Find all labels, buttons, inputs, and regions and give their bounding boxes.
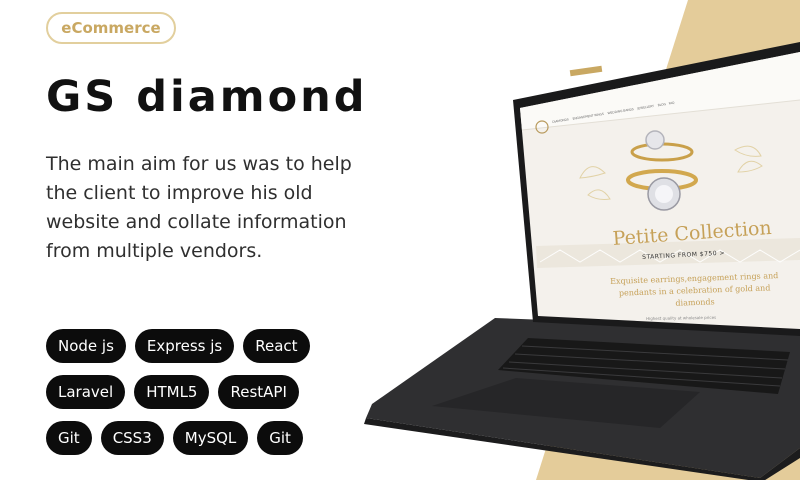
site-nav-item: DIAMONDS: [552, 117, 570, 124]
tech-pill-node-js: Node js: [46, 329, 126, 363]
project-description: The main aim for us was to help the clie…: [46, 153, 352, 262]
hero-tagline: Exquisite earrings,engagement rings and …: [610, 270, 779, 312]
tech-row: Node js Express js React: [46, 329, 310, 363]
site-nav-item: ENGAGEMENT RINGS: [572, 111, 605, 121]
category-badge: eCommerce: [46, 12, 176, 44]
tech-row: Laravel HTML5 RestAPI: [46, 375, 310, 409]
tech-pill-html5: HTML5: [134, 375, 210, 409]
site-nav-item: WEDDING BANDS: [607, 107, 635, 116]
hero-title: Petite Collection: [612, 216, 773, 250]
tech-pill-express-js: Express js: [134, 329, 235, 363]
tech-pill-css3: CSS3: [100, 421, 164, 455]
tech-row: Git CSS3 MySQL Git: [46, 421, 310, 455]
website-screen: DIAMONDS ENGAGEMENT RINGS WEDDING BANDS …: [350, 30, 800, 480]
site-nav-item: BLOG: [657, 102, 667, 108]
hero-footnote: Highest quality at wholesale prices: [646, 314, 717, 321]
site-nav: DIAMONDS ENGAGEMENT RINGS WEDDING BANDS …: [552, 101, 675, 124]
tech-stack: Node js Express js React Laravel HTML5 R…: [46, 329, 310, 467]
hero-subtitle: STARTING FROM $750 >: [642, 249, 726, 261]
tech-pill-git: Git: [257, 421, 303, 455]
tech-pill-laravel: Laravel: [46, 375, 126, 409]
site-nav-item: JEWELLERY: [637, 103, 655, 111]
tech-pill-git: Git: [46, 421, 92, 455]
tech-pill-restapi: RestAPI: [218, 375, 299, 409]
tech-pill-react: React: [243, 329, 310, 363]
site-nav-item: FAQ: [668, 100, 675, 106]
laptop-mockup: DIAMONDS ENGAGEMENT RINGS WEDDING BANDS …: [350, 30, 800, 482]
tech-pill-mysql: MySQL: [172, 421, 249, 455]
project-title: GS diamond: [46, 72, 368, 122]
